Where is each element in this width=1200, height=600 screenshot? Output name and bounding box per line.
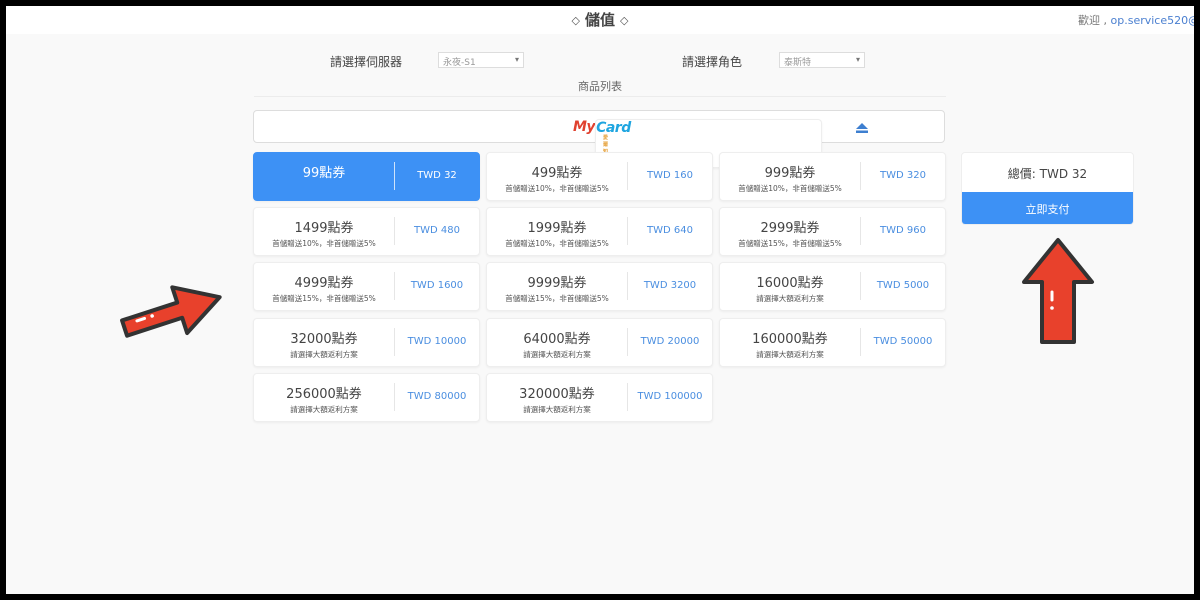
- product-name: 16000點券: [756, 276, 824, 291]
- product-list-title: 商品列表: [578, 80, 622, 93]
- page-frame: ◇ 儲值 ◇ 歡迎 , op.service520@gmai 請選擇伺服器 永夜-S…: [6, 6, 1194, 594]
- collapse-icon[interactable]: [856, 123, 868, 133]
- product-card[interactable]: 256000點券 請選擇大額返利方案 TWD 80000: [253, 373, 480, 422]
- product-name: 999點券: [764, 166, 816, 181]
- product-note: 請選擇大額返利方案: [523, 405, 591, 414]
- product-name: 9999點券: [527, 276, 587, 291]
- product-name: 1499點券: [294, 221, 354, 236]
- product-price: TWD 10000: [407, 336, 467, 347]
- product-price: TWD 960: [880, 225, 926, 236]
- product-info: 1999點券 首儲贈送10%，非首儲贈送5%: [487, 208, 627, 255]
- product-name: 64000點券: [523, 332, 591, 347]
- product-price: TWD 80000: [407, 391, 467, 402]
- product-card[interactable]: 9999點券 首儲贈送15%，非首儲贈送5% TWD 3200: [486, 262, 713, 311]
- product-card[interactable]: 999點券 首儲贈送10%，非首儲贈送5% TWD 320: [719, 152, 946, 201]
- product-info: 256000點券 請選擇大額返利方案: [254, 374, 394, 421]
- diamond-icon: ◇: [571, 14, 580, 27]
- role-select[interactable]: 泰斯特 ▾: [779, 52, 865, 68]
- product-name: 499點券: [531, 166, 583, 181]
- product-info: 999點券 首儲贈送10%，非首儲贈送5%: [720, 153, 860, 200]
- product-info: 160000點券 請選擇大額返利方案: [720, 319, 860, 366]
- product-card[interactable]: 1499點券 首儲贈送10%，非首儲贈送5% TWD 480: [253, 207, 480, 256]
- total-price: 總價: TWD 32: [1007, 167, 1088, 181]
- product-note: 請選擇大額返利方案: [290, 350, 358, 359]
- product-note: 請選擇大額返利方案: [290, 405, 358, 414]
- product-name: 160000點券: [752, 332, 828, 347]
- product-card[interactable]: 320000點券 請選擇大額返利方案 TWD 100000: [486, 373, 713, 422]
- mycard-logo: MyCard 愛爾知點: [573, 119, 823, 168]
- product-info: 64000點券 請選擇大額返利方案: [487, 319, 627, 366]
- page-title-text: 儲值: [584, 11, 615, 29]
- welcome-text: 歡迎 , op.service520@gmai: [1078, 12, 1194, 28]
- up-arrow-annotation-icon: [1022, 238, 1094, 344]
- product-card[interactable]: 32000點券 請選擇大額返利方案 TWD 10000: [253, 318, 480, 367]
- product-info: 16000點券 請選擇大額返利方案: [720, 263, 860, 310]
- product-name: 1999點券: [527, 221, 587, 236]
- server-label: 請選擇伺服器: [330, 55, 403, 69]
- product-card[interactable]: 499點券 首儲贈送10%，非首儲贈送5% TWD 160: [486, 152, 713, 201]
- page-title: ◇ 儲值 ◇: [6, 9, 1194, 30]
- role-select-value: 泰斯特: [784, 58, 812, 68]
- product-info: 32000點券 請選擇大額返利方案: [254, 319, 394, 366]
- product-card[interactable]: 1999點券 首儲贈送10%，非首儲贈送5% TWD 640: [486, 207, 713, 256]
- welcome-prefix: 歡迎 ,: [1078, 14, 1107, 27]
- product-name: 256000點券: [286, 387, 362, 402]
- product-card[interactable]: 16000點券 請選擇大額返利方案 TWD 5000: [719, 262, 946, 311]
- product-note: 請選擇大額返利方案: [523, 350, 591, 359]
- product-note: 請選擇大額返利方案: [756, 294, 824, 303]
- product-name: 2999點券: [760, 221, 820, 236]
- product-price: TWD 50000: [873, 336, 933, 347]
- order-summary: 總價: TWD 32 立即支付: [961, 152, 1134, 225]
- role-label: 請選擇角色: [682, 55, 743, 69]
- top-bar: ◇ 儲值 ◇ 歡迎 , op.service520@gmai: [6, 6, 1194, 34]
- product-info: 2999點券 首儲贈送15%，非首儲贈送5%: [720, 208, 860, 255]
- product-note: 請選擇大額返利方案: [756, 350, 824, 359]
- product-name: 99點券: [302, 166, 346, 181]
- diamond-icon: ◇: [620, 14, 629, 27]
- product-info: 9999點券 首儲贈送15%，非首儲贈送5%: [487, 263, 627, 310]
- product-price: TWD 160: [647, 170, 693, 181]
- product-card[interactable]: 4999點券 首儲贈送15%，非首儲贈送5% TWD 1600: [253, 262, 480, 311]
- product-note: 首儲贈送10%，非首儲贈送5%: [505, 239, 609, 248]
- product-card[interactable]: 99點券 TWD 32: [253, 152, 480, 201]
- product-price: TWD 32: [417, 170, 457, 181]
- pay-now-button[interactable]: 立即支付: [962, 192, 1133, 224]
- product-note: 首儲贈送10%，非首儲贈送5%: [272, 239, 376, 248]
- chevron-down-icon: ▾: [514, 55, 519, 64]
- server-select-value: 永夜-S1: [443, 58, 476, 68]
- right-arrow-annotation-icon: [120, 285, 222, 338]
- product-price: TWD 3200: [643, 280, 697, 291]
- product-info: 499點券 首儲贈送10%，非首儲贈送5%: [487, 153, 627, 200]
- product-info: 99點券: [254, 153, 394, 200]
- product-price: TWD 100000: [637, 391, 703, 402]
- product-info: 320000點券 請選擇大額返利方案: [487, 374, 627, 421]
- product-note: 首儲贈送10%，非首儲贈送5%: [738, 184, 842, 193]
- product-price: TWD 320: [880, 170, 926, 181]
- product-card[interactable]: 160000點券 請選擇大額返利方案 TWD 50000: [719, 318, 946, 367]
- server-select[interactable]: 永夜-S1 ▾: [438, 52, 524, 68]
- product-price: TWD 480: [414, 225, 460, 236]
- product-card[interactable]: 2999點券 首儲贈送15%，非首儲贈送5% TWD 960: [719, 207, 946, 256]
- product-note: 首儲贈送10%，非首儲贈送5%: [505, 184, 609, 193]
- product-price: TWD 20000: [640, 336, 700, 347]
- product-note: 首儲贈送15%，非首儲贈送5%: [505, 294, 609, 303]
- product-note: 首儲贈送15%，非首儲贈送5%: [738, 239, 842, 248]
- user-email-link[interactable]: op.service520@gmai: [1111, 14, 1195, 27]
- product-note: 首儲贈送15%，非首儲贈送5%: [272, 294, 376, 303]
- divider: [254, 96, 946, 97]
- product-info: 4999點券 首儲贈送15%，非首儲贈送5%: [254, 263, 394, 310]
- product-price: TWD 640: [647, 225, 693, 236]
- product-price: TWD 5000: [876, 280, 930, 291]
- chevron-down-icon: ▾: [855, 55, 860, 64]
- payment-method-bar[interactable]: MyCard 愛爾知點: [253, 110, 945, 168]
- product-name: 320000點券: [519, 387, 595, 402]
- product-name: 4999點券: [294, 276, 354, 291]
- product-card[interactable]: 64000點券 請選擇大額返利方案 TWD 20000: [486, 318, 713, 367]
- product-info: 1499點券 首儲贈送10%，非首儲贈送5%: [254, 208, 394, 255]
- product-name: 32000點券: [290, 332, 358, 347]
- product-price: TWD 1600: [410, 280, 464, 291]
